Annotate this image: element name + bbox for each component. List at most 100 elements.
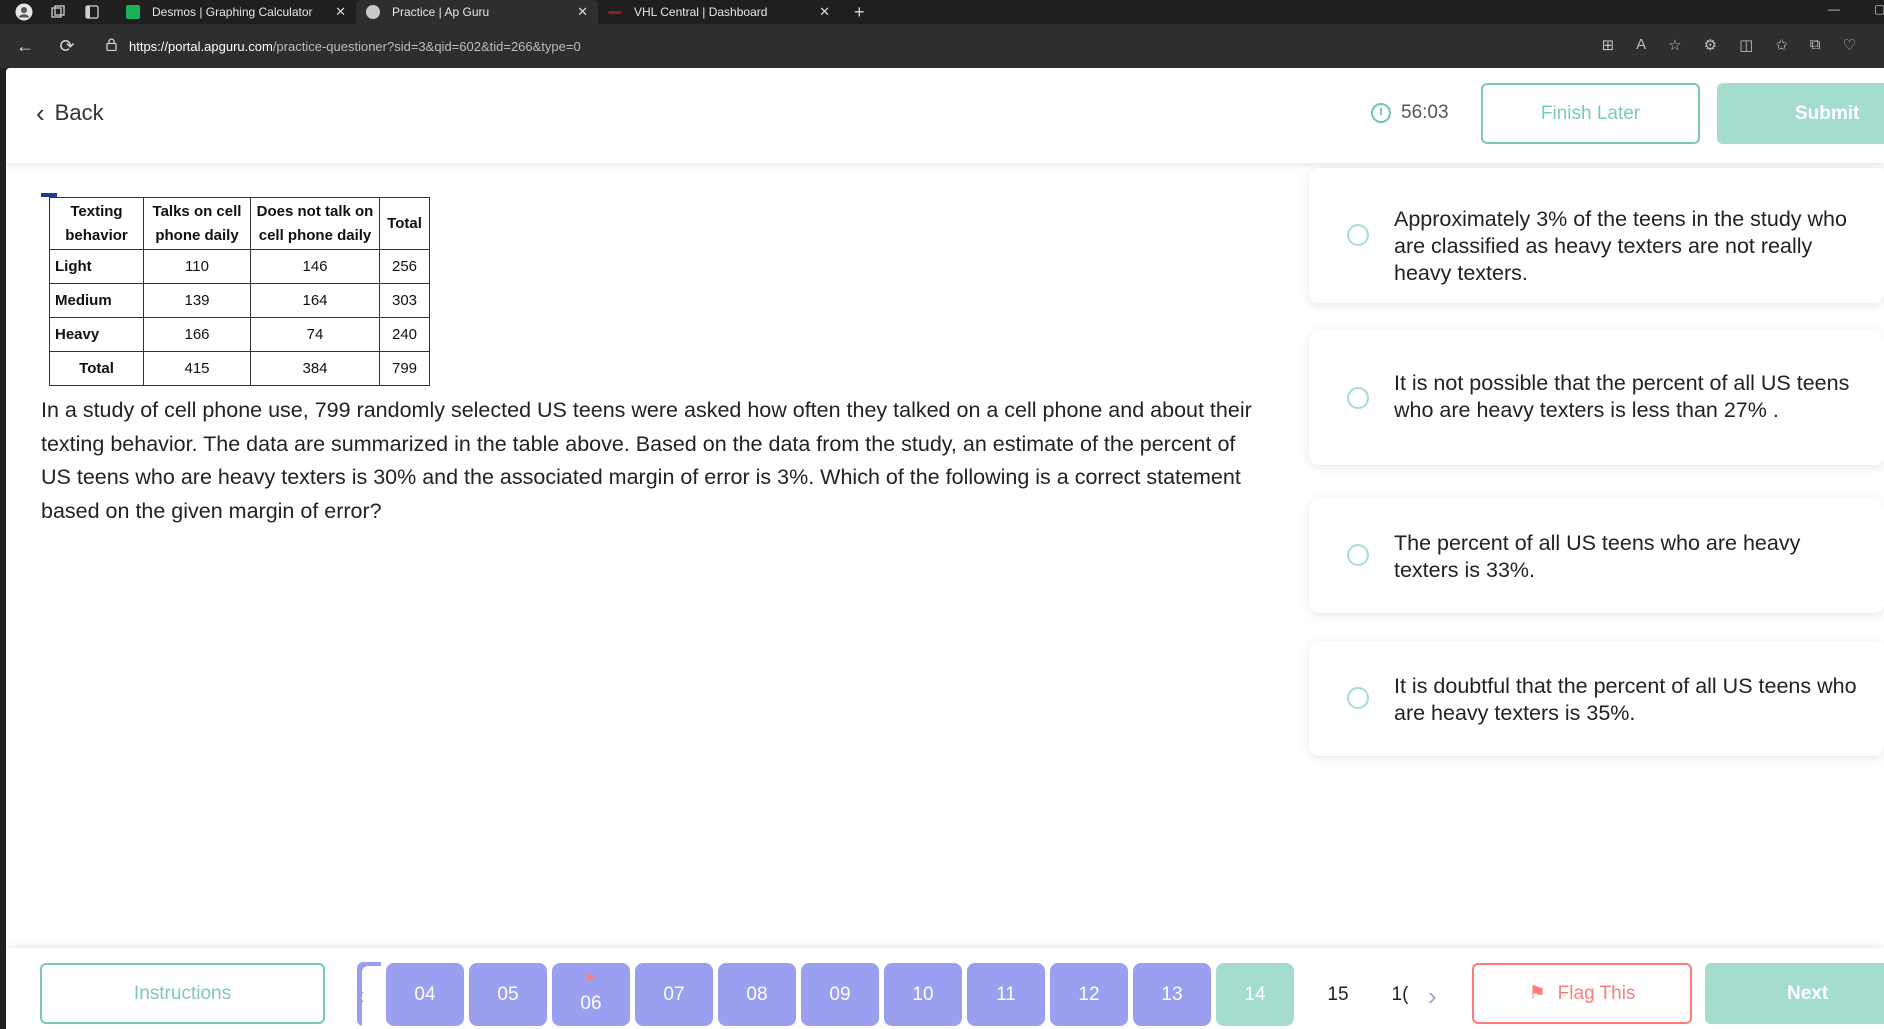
minimize-icon[interactable]: —: [1828, 2, 1840, 16]
tab-title: VHL Central | Dashboard: [634, 5, 768, 19]
answer-option-d[interactable]: It is doubtful that the percent of all U…: [1309, 641, 1884, 756]
radio-button[interactable]: [1347, 387, 1369, 409]
table-header: Total: [379, 197, 430, 250]
table-header: Texting behavior: [49, 197, 144, 250]
data-table: Texting behavior Talks on cell phone dai…: [49, 197, 430, 386]
page-header: ‹ Back 56:03 Finish Later Submit: [6, 68, 1884, 163]
lock-icon: [106, 38, 117, 54]
table-cell: Medium: [49, 283, 144, 318]
table-cell: 240: [379, 317, 430, 352]
page-button-04[interactable]: 04: [386, 963, 464, 1026]
address-bar[interactable]: https://portal.apguru.com /practice-ques…: [106, 38, 581, 54]
chevron-left-icon[interactable]: ‹: [356, 980, 365, 1011]
read-aloud-icon[interactable]: A: [1636, 36, 1646, 54]
page-button-15[interactable]: 15: [1299, 963, 1377, 1026]
timer: 56:03: [1371, 102, 1449, 124]
favorites-icon[interactable]: ✩: [1775, 36, 1788, 54]
answer-option-b[interactable]: It is not possible that the percent of a…: [1309, 330, 1884, 465]
tab-desmos[interactable]: Desmos | Graphing Calculator ✕: [116, 0, 356, 24]
extensions-icon[interactable]: ⚙: [1704, 36, 1717, 54]
favorite-star-icon[interactable]: ☆: [1668, 36, 1681, 54]
table-cell: 303: [379, 283, 430, 318]
page-button-10[interactable]: 10: [884, 963, 962, 1026]
flag-icon: ⚑: [584, 971, 596, 986]
table-row: Light 110 146 256: [49, 249, 430, 284]
page-button-09[interactable]: 09: [801, 963, 879, 1026]
tab-actions-icon[interactable]: [82, 2, 102, 22]
next-button[interactable]: Next: [1705, 963, 1884, 1024]
option-text: It is doubtful that the percent of all U…: [1394, 674, 1857, 725]
option-text: Approximately 3% of the teens in the stu…: [1394, 207, 1847, 285]
new-tab-icon[interactable]: +: [854, 2, 865, 23]
collections-icon[interactable]: ⧉: [1810, 36, 1821, 54]
page-button-13[interactable]: 13: [1133, 963, 1211, 1026]
table-cell: 139: [143, 283, 251, 318]
table-cell: 384: [250, 351, 380, 386]
table-cell: 256: [379, 249, 430, 284]
table-cell: 164: [250, 283, 380, 318]
finish-later-button[interactable]: Finish Later: [1481, 83, 1700, 144]
flag-this-label: Flag This: [1557, 982, 1636, 1004]
page-button-08[interactable]: 08: [718, 963, 796, 1026]
page-button-16[interactable]: 1(: [1382, 963, 1418, 1026]
answer-option-c[interactable]: The percent of all US teens who are heav…: [1309, 498, 1884, 613]
question-text: In a study of cell phone use, 799 random…: [41, 398, 1252, 523]
app-grid-icon[interactable]: ⊞: [1602, 36, 1615, 54]
chevron-left-icon: ‹: [36, 98, 45, 128]
table-row: Medium 139 164 303: [49, 283, 430, 318]
close-tab-icon[interactable]: ✕: [577, 4, 588, 20]
timer-value: 56:03: [1401, 102, 1449, 123]
table-header: Talks on cell phone daily: [143, 197, 251, 250]
page-number: 06: [580, 992, 602, 1014]
table-cell: Heavy: [49, 317, 144, 352]
radio-button[interactable]: [1347, 687, 1369, 709]
page-button-06-flagged[interactable]: ⚑ 06: [552, 963, 630, 1026]
table-header: Does not talk on cell phone daily: [250, 197, 380, 250]
chevron-right-icon[interactable]: ›: [1428, 981, 1437, 1012]
workspaces-icon[interactable]: [48, 2, 68, 22]
radio-button[interactable]: [1347, 224, 1369, 246]
table-cell: Total: [49, 351, 144, 386]
desmos-favicon-icon: [126, 5, 140, 19]
split-screen-icon[interactable]: ◫: [1739, 36, 1753, 54]
url-host: https://portal.apguru.com: [129, 38, 273, 54]
question-navigation: Instructions ‹ 04 05 ⚑ 06 07 08 09 10 11…: [6, 948, 1884, 1029]
profile-icon[interactable]: [14, 2, 34, 22]
table-header-row: Texting behavior Talks on cell phone dai…: [49, 197, 430, 250]
answer-option-a[interactable]: Approximately 3% of the teens in the stu…: [1309, 168, 1884, 303]
tab-title: Desmos | Graphing Calculator: [152, 5, 313, 19]
table-cell: 166: [143, 317, 251, 352]
back-label: Back: [54, 100, 104, 125]
close-tab-icon[interactable]: ✕: [335, 4, 346, 20]
maximize-icon[interactable]: ▢: [1874, 2, 1884, 16]
tab-practice[interactable]: Practice | Ap Guru ✕: [356, 0, 598, 24]
flag-icon: ⚑: [1528, 983, 1546, 1004]
table-cell: 146: [250, 249, 380, 284]
page-button-mask: [362, 966, 386, 1026]
page-button-11[interactable]: 11: [967, 963, 1045, 1026]
submit-button[interactable]: Submit: [1717, 83, 1884, 144]
back-button[interactable]: ‹ Back: [36, 100, 104, 126]
page-button-05[interactable]: 05: [469, 963, 547, 1026]
instructions-button[interactable]: Instructions: [40, 963, 325, 1024]
page-button-07[interactable]: 07: [635, 963, 713, 1026]
table-cell: 799: [379, 351, 430, 386]
table-cell: Light: [49, 249, 144, 284]
option-text: The percent of all US teens who are heav…: [1394, 531, 1801, 582]
option-text: It is not possible that the percent of a…: [1394, 371, 1850, 422]
table-cell: 415: [143, 351, 251, 386]
tab-vhl[interactable]: VHL Central | Dashboard ✕: [598, 0, 840, 24]
tab-title: Practice | Ap Guru: [392, 5, 490, 19]
back-arrow-icon[interactable]: ←: [8, 36, 42, 57]
reload-icon[interactable]: ⟳: [50, 36, 84, 57]
url-path: /practice-questioner?sid=3&qid=602&tid=2…: [272, 38, 581, 54]
close-tab-icon[interactable]: ✕: [819, 4, 830, 20]
page-button-14-current[interactable]: 14: [1216, 963, 1294, 1026]
page-button-12[interactable]: 12: [1050, 963, 1128, 1026]
apguru-favicon-icon: [366, 5, 380, 19]
practice-page: ‹ Back 56:03 Finish Later Submit Texting…: [6, 68, 1884, 1029]
browser-toolbar: ← ⟳ https://portal.apguru.com /practice-…: [0, 24, 1884, 68]
flag-this-button[interactable]: ⚑ Flag This: [1472, 963, 1692, 1024]
browser-essentials-icon[interactable]: ♡: [1843, 36, 1856, 54]
radio-button[interactable]: [1347, 544, 1369, 566]
